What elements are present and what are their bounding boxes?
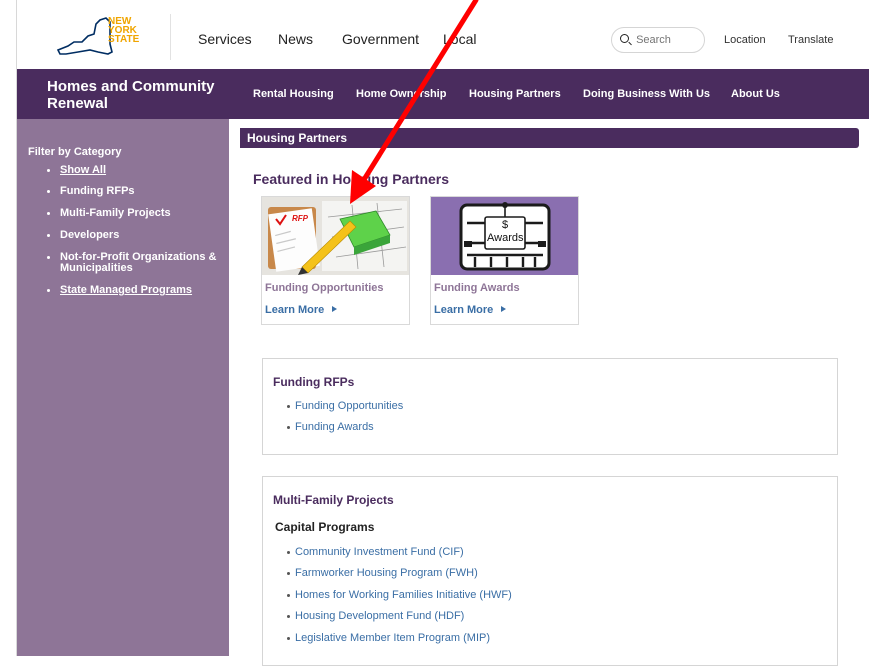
sidebar-item-not-for-profit[interactable]: Not-for-Profit Organizations & Municipal…: [47, 252, 220, 274]
logo-divider: [170, 14, 171, 60]
card-funding-opportunities[interactable]: RFP Funding Opportunities Learn More: [261, 196, 410, 325]
sidebar-item-label: Multi-Family Projects: [60, 207, 171, 219]
section-title: Housing Partners: [247, 131, 348, 145]
logo-state: STATE: [108, 34, 140, 45]
bullet-icon: [47, 169, 50, 172]
rfp-label: RFP: [292, 214, 308, 223]
card-title: Funding Opportunities: [265, 282, 384, 294]
awards-label: Awards: [487, 232, 524, 244]
sidebar-item-label: Funding RFPs: [60, 185, 135, 197]
nav-government[interactable]: Government: [342, 31, 419, 47]
sidebar-item-label: Not-for-Profit Organizations & Municipal…: [60, 251, 217, 274]
search-input[interactable]: [636, 34, 693, 46]
agency-nav-home-ownership[interactable]: Home Ownership: [356, 88, 446, 100]
link-mip[interactable]: Legislative Member Item Program (MIP): [287, 632, 490, 644]
nav-local[interactable]: Local: [443, 31, 476, 47]
agency-nav-housing-partners[interactable]: Housing Partners: [469, 88, 561, 100]
learn-more-label: Learn More: [434, 304, 494, 316]
sidebar-item-funding-rfps[interactable]: Funding RFPs: [47, 186, 220, 197]
funding-opportunities-image: RFP: [262, 197, 409, 275]
link-fwh[interactable]: Farmworker Housing Program (FWH): [287, 567, 478, 579]
multi-family-box: Multi-Family Projects Capital Programs C…: [262, 476, 838, 666]
nav-news[interactable]: News: [278, 31, 313, 47]
agency-nav-doing-business[interactable]: Doing Business With Us: [583, 88, 710, 100]
link-hdf[interactable]: Housing Development Fund (HDF): [286, 610, 464, 622]
arrow-right-icon: [332, 306, 338, 312]
sidebar-item-multi-family[interactable]: Multi-Family Projects: [47, 208, 220, 219]
agency-name-line1: Homes and Community: [47, 78, 215, 95]
bullet-icon: [47, 256, 50, 259]
awards-dollar: $: [502, 219, 509, 231]
funding-rfps-title: Funding RFPs: [273, 375, 355, 389]
bullet-icon: [47, 289, 50, 292]
location-link[interactable]: Location: [724, 34, 766, 46]
link-cif[interactable]: Community Investment Fund (CIF): [287, 546, 464, 558]
card-funding-awards[interactable]: $ Awards Funding Awards Learn More: [430, 196, 579, 325]
sidebar-item-show-all[interactable]: Show All: [47, 165, 220, 176]
multi-family-title: Multi-Family Projects: [273, 493, 394, 507]
section-title-bar: Housing Partners: [240, 128, 859, 148]
funding-rfps-box: Funding RFPs Funding Opportunities Fundi…: [262, 358, 838, 455]
search-icon: [620, 34, 629, 43]
nav-services[interactable]: Services: [198, 31, 252, 47]
sidebar-item-label: Show All: [60, 164, 107, 176]
funding-awards-image: $ Awards: [431, 197, 578, 275]
translate-link[interactable]: Translate: [788, 34, 833, 46]
bullet-icon: [47, 212, 50, 215]
search-box[interactable]: [611, 27, 705, 53]
sidebar: [17, 119, 229, 656]
card-title: Funding Awards: [434, 282, 520, 294]
rfp-blueprint-icon: [262, 197, 409, 275]
agency-name-line2: Renewal: [47, 95, 108, 112]
sidebar-item-label: State Managed Programs: [60, 284, 193, 296]
nys-logo[interactable]: NEW YORK STATE: [54, 14, 144, 58]
capital-programs-title: Capital Programs: [275, 520, 375, 534]
learn-more-link[interactable]: Learn More: [265, 304, 338, 316]
learn-more-link[interactable]: Learn More: [434, 304, 507, 316]
agency-nav-rental-housing[interactable]: Rental Housing: [253, 88, 334, 100]
bullet-icon: [47, 190, 50, 193]
sidebar-item-state-managed[interactable]: State Managed Programs: [47, 285, 220, 296]
bullet-icon: [47, 234, 50, 237]
sidebar-item-label: Developers: [60, 229, 120, 241]
agency-nav-about-us[interactable]: About Us: [731, 88, 780, 100]
agency-name[interactable]: Homes and Community Renewal: [47, 78, 232, 112]
learn-more-label: Learn More: [265, 304, 325, 316]
link-funding-awards[interactable]: Funding Awards: [287, 421, 374, 433]
arrow-right-icon: [501, 306, 507, 312]
filter-title: Filter by Category: [28, 146, 122, 158]
featured-title: Featured in Housing Partners: [253, 171, 450, 187]
link-funding-opportunities[interactable]: Funding Opportunities: [286, 400, 403, 412]
sidebar-item-developers[interactable]: Developers: [47, 230, 220, 241]
link-hwf[interactable]: Homes for Working Families Initiative (H…: [287, 589, 512, 601]
